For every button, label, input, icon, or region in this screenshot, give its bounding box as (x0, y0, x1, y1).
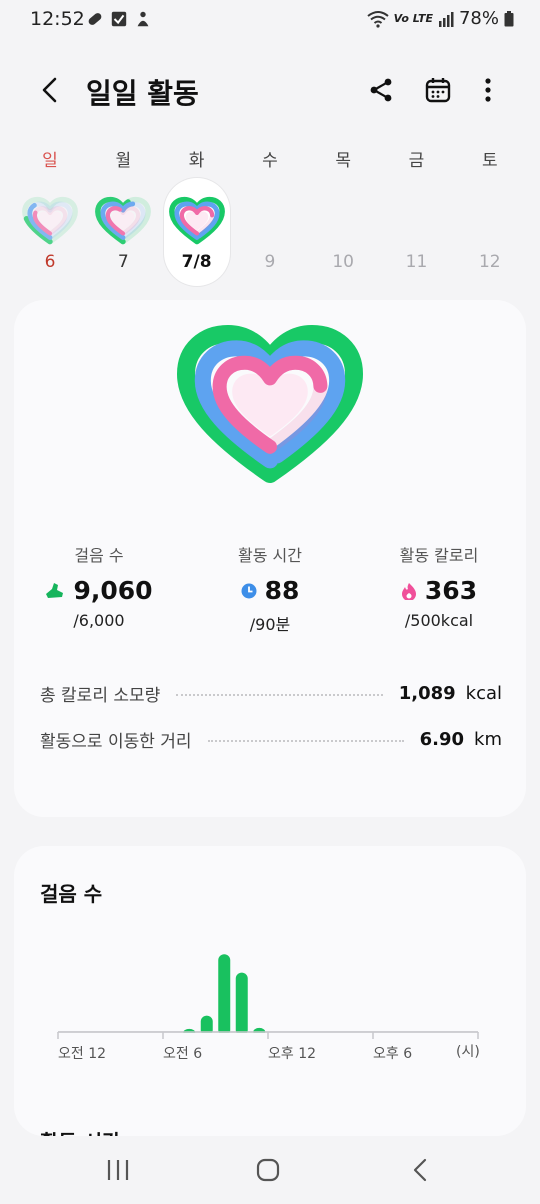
back-arrow-icon (42, 77, 57, 103)
calories-value: 363 (424, 576, 478, 605)
day-of-week-label: 수 (262, 151, 278, 171)
pill-icon (88, 13, 102, 25)
x-axis-unit-label: (시) (456, 1044, 480, 1060)
flame-icon (401, 582, 416, 600)
day-of-week-label: 화 (188, 151, 205, 171)
more-options-button[interactable] (468, 70, 508, 110)
day-number: 12 (478, 252, 501, 272)
steps-value: 9,060 (73, 576, 153, 605)
active-time-value: 88 (264, 576, 300, 605)
figure-icon (137, 11, 149, 27)
day-activity-heart (168, 196, 225, 245)
steps-bar (218, 954, 231, 1036)
wifi-icon (367, 10, 389, 28)
x-tick-label: 오후 12 (268, 1046, 316, 1062)
nav-back-button[interactable] (390, 1150, 450, 1190)
dotted-leader (207, 740, 404, 742)
distance-row: 활동으로 이동한 거리 6.90 km (40, 724, 502, 754)
page-title: 일일 활동 (86, 77, 199, 110)
home-icon (256, 1158, 280, 1182)
calories-goal: /500kcal (404, 611, 474, 630)
steps-card[interactable]: 걸음 수 오전 12 오전 6 오후 12 오후 6 (시) 활동 시간 (14, 846, 526, 1136)
signal-icon (438, 11, 454, 27)
steps-card-title: 걸음 수 (40, 882, 103, 906)
calendar-icon (425, 78, 451, 103)
dotted-leader (176, 694, 383, 696)
metric-label: 걸음 수 (74, 546, 124, 565)
status-time: 12:52 (30, 8, 85, 30)
shoe-icon (46, 582, 64, 598)
clock-icon (241, 583, 257, 598)
day-number: 7/8 (181, 252, 212, 272)
more-vert-icon (485, 78, 491, 102)
stat-unit: kcal (465, 682, 502, 704)
calendar-button[interactable] (418, 70, 458, 110)
day-of-week-label: 일 (42, 151, 58, 171)
back-button[interactable] (30, 70, 70, 110)
notification-icons (86, 10, 152, 28)
distance-value: 6.90 (419, 728, 465, 750)
day-of-week-label: 월 (115, 151, 132, 171)
metrics-row: 걸음 수 9,060 /6,000 활동 시간 88 /90분 활동 칼로리 3… (14, 542, 526, 635)
app-header: 일일 활동 (0, 60, 540, 120)
day-of-week-label: 목 (335, 151, 351, 171)
active-time-section-title: 활동 시간 (40, 1126, 121, 1136)
battery-icon (504, 10, 514, 26)
metric-calories[interactable]: 활동 칼로리 363 /500kcal (354, 542, 524, 630)
day-activity-heart (95, 196, 152, 245)
steps-goal: /6,000 (73, 611, 125, 630)
total-calories-row: 총 칼로리 소모량 1,089 kcal (40, 678, 502, 708)
total-calories-value: 1,089 (398, 682, 456, 704)
x-tick-label: 오전 12 (58, 1046, 106, 1062)
day-activity-heart (22, 196, 78, 245)
x-tick-label: 오전 6 (163, 1046, 202, 1062)
checkbox-icon (111, 11, 127, 27)
stat-unit: km (474, 728, 502, 750)
day-number: 9 (264, 252, 276, 272)
stat-label: 총 칼로리 소모량 (40, 685, 161, 706)
system-nav-bar (0, 1136, 540, 1204)
status-right: Vo LTE 78% (367, 8, 514, 29)
network-label: Vo LTE (393, 12, 433, 25)
metric-label: 활동 시간 (238, 546, 302, 565)
steps-bar-chart: 오전 12 오전 6 오후 12 오후 6 (시) (54, 954, 504, 1062)
nav-back-icon (413, 1158, 427, 1182)
battery-percent: 78% (458, 8, 499, 29)
share-button[interactable] (361, 70, 401, 110)
day-of-week-label: 토 (481, 151, 498, 171)
active-time-goal: /90분 (249, 615, 291, 634)
status-bar: 12:52 Vo LTE 78% (0, 0, 540, 38)
metric-active-time[interactable]: 활동 시간 88 /90분 (185, 542, 355, 635)
stat-label: 활동으로 이동한 거리 (40, 731, 192, 752)
chart-baseline-mask (54, 1032, 504, 1041)
day-number: 11 (405, 252, 428, 272)
daily-summary-card[interactable]: 걸음 수 9,060 /6,000 활동 시간 88 /90분 활동 칼로리 3… (14, 300, 526, 817)
metric-label: 활동 칼로리 (399, 546, 479, 565)
activity-rings-heart (177, 325, 363, 483)
day-number: 7 (117, 252, 129, 272)
recents-icon (107, 1160, 129, 1180)
share-icon (370, 78, 392, 102)
steps-bar (235, 972, 248, 1036)
metric-steps[interactable]: 걸음 수 9,060 /6,000 (14, 542, 184, 630)
home-button[interactable] (238, 1150, 298, 1190)
recents-button[interactable] (88, 1150, 148, 1190)
x-tick-label: 오후 6 (373, 1046, 412, 1062)
day-of-week-label: 금 (408, 151, 425, 171)
day-number: 10 (332, 252, 354, 272)
day-number: 6 (44, 252, 56, 272)
